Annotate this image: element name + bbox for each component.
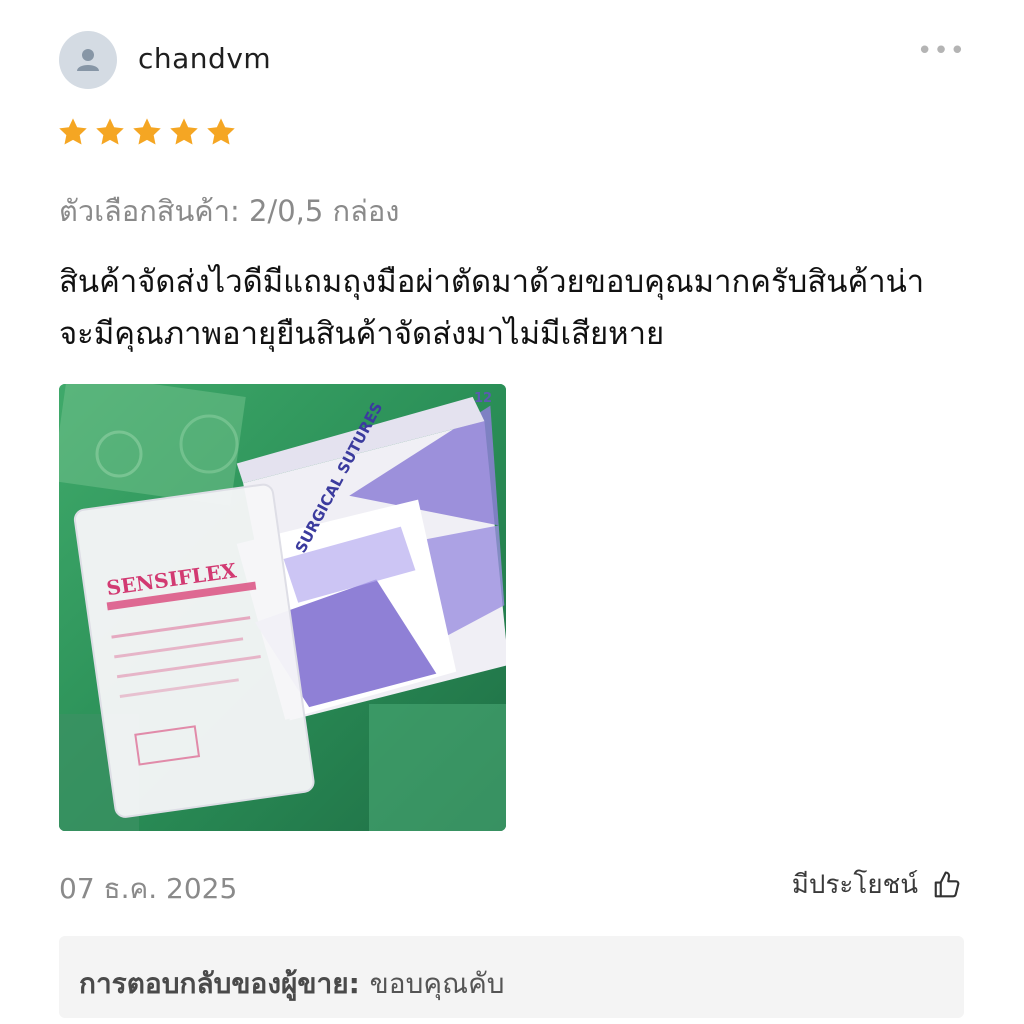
- star-icon: [170, 118, 198, 145]
- thumbs-up-icon: [934, 870, 960, 897]
- helpful-label: มีประโยชน์: [791, 870, 918, 900]
- user-icon: [77, 49, 99, 71]
- seller-reply-text: ขอบคุณคับ: [369, 967, 505, 1000]
- review-photo[interactable]: SURGICAL SUTURES 12 SENSIFLEX: [59, 384, 506, 831]
- review-text: สินค้าจัดส่งไวดีมีแถมถุงมือผ่าตัดมาด้วยข…: [59, 264, 925, 352]
- username[interactable]: chandvm: [138, 42, 271, 75]
- product-variant: ตัวเลือกสินค้า: 2/0,5 กล่อง: [59, 194, 400, 228]
- review-date: 07 ธ.ค. 2025: [59, 872, 238, 905]
- box-top-number: 12: [474, 391, 492, 406]
- seller-reply: การตอบกลับของผู้ขาย: ขอบคุณคับ: [59, 936, 964, 1018]
- more-icon[interactable]: •••: [917, 36, 966, 66]
- seller-reply-label: การตอบกลับของผู้ขาย:: [79, 967, 370, 1000]
- star-icon: [207, 118, 235, 145]
- avatar[interactable]: [59, 31, 117, 89]
- star-icon: [96, 118, 124, 145]
- star-rating: [57, 116, 237, 148]
- star-icon: [133, 118, 161, 145]
- photo-illustration: SURGICAL SUTURES 12 SENSIFLEX: [59, 384, 506, 831]
- star-icon: [59, 118, 87, 145]
- helpful-button[interactable]: มีประโยชน์: [792, 864, 962, 905]
